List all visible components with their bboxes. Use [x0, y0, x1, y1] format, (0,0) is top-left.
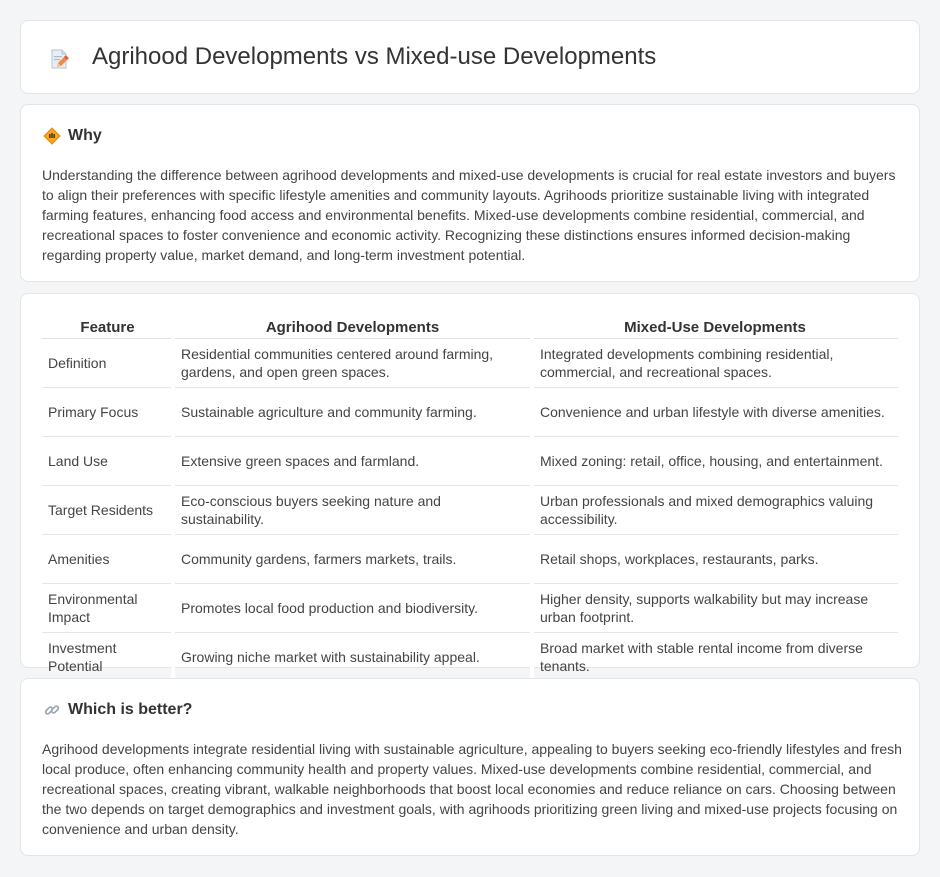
mixed-use-cell: Retail shops, workplaces, restaurants, p…: [530, 534, 898, 584]
column-header-agrihood: Agrihood Developments: [173, 316, 532, 339]
feature-cell: Land Use: [42, 436, 173, 486]
better-title: Which is better?: [68, 701, 193, 718]
diamond-signal-icon: [43, 127, 61, 145]
feature-cell: Definition: [42, 338, 173, 388]
agrihood-cell: Eco-conscious buyers seeking nature and …: [171, 485, 532, 535]
column-header-feature: Feature: [42, 316, 173, 339]
feature-cell: Environmental Impact: [42, 583, 173, 633]
feature-cell: Primary Focus: [42, 387, 173, 437]
table-header-row: Feature Agrihood Developments Mixed-Use …: [42, 316, 898, 339]
document-pencil-icon: [51, 49, 69, 69]
agrihood-cell: Promotes local food production and biodi…: [171, 583, 532, 633]
agrihood-cell: Residential communities centered around …: [171, 338, 532, 388]
feature-cell: Amenities: [42, 534, 173, 584]
feature-cell: Target Residents: [42, 485, 173, 535]
mixed-use-cell: Mixed zoning: retail, office, housing, a…: [530, 436, 898, 486]
table-row: Land Use Extensive green spaces and farm…: [42, 436, 898, 486]
table-row: Primary Focus Sustainable agriculture an…: [42, 387, 898, 437]
table-row: Amenities Community gardens, farmers mar…: [42, 534, 898, 584]
agrihood-cell: Extensive green spaces and farmland.: [171, 436, 532, 486]
mixed-use-cell: Broad market with stable rental income f…: [530, 632, 898, 682]
mixed-use-cell: Urban professionals and mixed demographi…: [530, 485, 898, 535]
why-text: Understanding the difference between agr…: [42, 167, 896, 263]
link-icon: [44, 705, 60, 715]
why-section: Why Understanding the difference between…: [20, 104, 920, 282]
table-row: Investment Potential Growing niche marke…: [42, 632, 898, 682]
header-card: Agrihood Developments vs Mixed-use Devel…: [20, 20, 920, 94]
mixed-use-cell: Convenience and urban lifestyle with div…: [530, 387, 898, 437]
comparison-table: Feature Agrihood Developments Mixed-Use …: [42, 316, 898, 682]
agrihood-cell: Growing niche market with sustainability…: [171, 632, 532, 682]
why-title: Why: [68, 127, 102, 144]
table-row: Target Residents Eco-conscious buyers se…: [42, 485, 898, 535]
column-header-mixed-use: Mixed-Use Developments: [532, 316, 898, 339]
better-text: Agrihood developments integrate resident…: [42, 741, 902, 837]
agrihood-cell: Community gardens, farmers markets, trai…: [171, 534, 532, 584]
feature-cell: Investment Potential: [42, 632, 173, 682]
mixed-use-cell: Integrated developments combining reside…: [530, 338, 898, 388]
table-row: Environmental Impact Promotes local food…: [42, 583, 898, 633]
comparison-table-card: Feature Agrihood Developments Mixed-Use …: [20, 293, 920, 682]
table-row: Definition Residential communities cente…: [42, 338, 898, 388]
agrihood-cell: Sustainable agriculture and community fa…: [171, 387, 532, 437]
which-is-better-section: Which is better? Agrihood developments i…: [20, 678, 920, 856]
mixed-use-cell: Higher density, supports walkability but…: [530, 583, 898, 633]
page-title: Agrihood Developments vs Mixed-use Devel…: [92, 43, 657, 70]
